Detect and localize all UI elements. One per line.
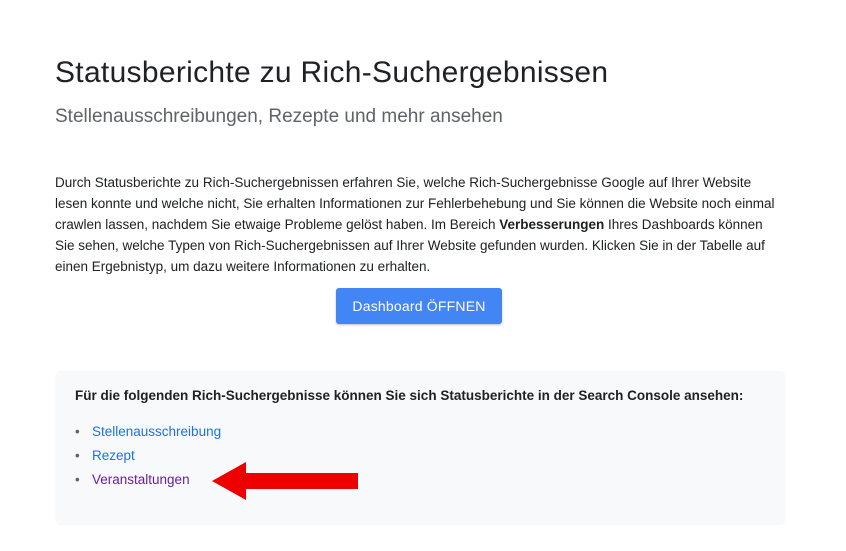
- open-dashboard-button[interactable]: Dashboard ÖFFNEN: [336, 288, 502, 324]
- left-arrow-icon: [212, 462, 358, 500]
- cta-container: Dashboard ÖFFNEN: [55, 288, 783, 324]
- bullet-icon: •: [75, 472, 80, 487]
- list-item: • Stellenausschreibung: [75, 423, 221, 447]
- report-types-panel: Für die folgenden Rich-Suchergebnisse kö…: [55, 371, 786, 525]
- link-stellenausschreibung[interactable]: Stellenausschreibung: [92, 424, 221, 439]
- list-item: • Veranstaltungen: [75, 471, 221, 495]
- intro-bold-term: Verbesserungen: [499, 217, 605, 232]
- arrow-shape: [212, 462, 358, 500]
- panel-heading: Für die folgenden Rich-Suchergebnisse kö…: [75, 388, 744, 403]
- report-types-list: • Stellenausschreibung • Rezept • Verans…: [75, 423, 221, 495]
- link-rezept[interactable]: Rezept: [92, 448, 135, 463]
- bullet-icon: •: [75, 424, 80, 439]
- page-subtitle: Stellenausschreibungen, Rezepte und mehr…: [55, 106, 503, 127]
- bullet-icon: •: [75, 448, 80, 463]
- page-title: Statusberichte zu Rich-Suchergebnissen: [55, 56, 609, 89]
- link-veranstaltungen[interactable]: Veranstaltungen: [92, 472, 190, 487]
- list-item: • Rezept: [75, 447, 221, 471]
- intro-paragraph: Durch Statusberichte zu Rich-Suchergebni…: [55, 172, 777, 277]
